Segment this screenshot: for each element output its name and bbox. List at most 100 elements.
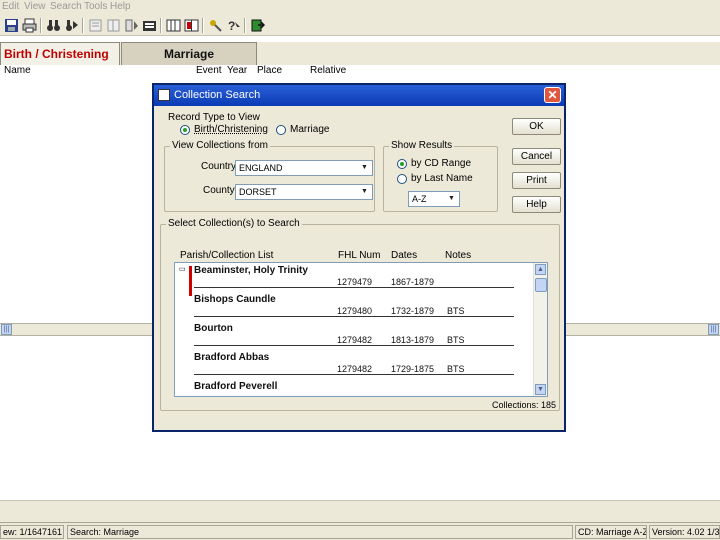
menu-tools[interactable]: Tools — [84, 1, 107, 12]
bottom-panel — [0, 500, 720, 522]
selection-marker — [189, 266, 192, 296]
list-vertical-scrollbar[interactable]: ▲ ▼ — [533, 263, 547, 396]
row-dates: 1813-1879 — [391, 335, 435, 345]
county-select[interactable]: DORSET ▼ — [235, 184, 373, 200]
scroll-thumb[interactable] — [535, 278, 547, 292]
record-tabs: Birth / Christening Marriage — [0, 42, 720, 65]
horizontal-scrollbar-left[interactable]: ||| — [0, 323, 153, 336]
chevron-down-icon[interactable]: ▼ — [358, 186, 371, 198]
toolbar-separator — [82, 18, 84, 33]
dialog-titlebar[interactable]: Collection Search ✕ — [154, 85, 564, 106]
row-notes: BTS — [447, 306, 465, 316]
status-search: Search: Marriage — [67, 525, 573, 539]
row-dates: 1732-1879 — [391, 306, 435, 316]
tab-birth-christening[interactable]: Birth / Christening — [0, 42, 120, 65]
column-header-place[interactable]: Place — [257, 65, 282, 76]
status-bar: ew: 1/1647161 Search: Marriage CD: Marri… — [0, 522, 720, 540]
column-header-relative[interactable]: Relative — [310, 65, 346, 76]
menu-view[interactable]: View — [24, 1, 46, 12]
row-dates: 1729-1875 — [391, 364, 435, 374]
view-collections-legend: View Collections from — [170, 140, 270, 151]
save-icon[interactable] — [4, 18, 19, 33]
country-label: Country — [201, 161, 237, 172]
status-version: Version: 4.02 1/31/ — [649, 525, 720, 539]
county-value: DORSET — [239, 187, 277, 197]
report-icon[interactable] — [142, 18, 157, 33]
book-icon[interactable] — [184, 18, 199, 33]
radio-marriage-label[interactable]: Marriage — [290, 124, 329, 135]
header-notes[interactable]: Notes — [445, 250, 471, 261]
scroll-up-button[interactable]: ▲ — [535, 264, 546, 275]
show-results-legend: Show Results — [389, 140, 455, 151]
horizontal-scrollbar-right[interactable]: ||| — [565, 323, 720, 336]
row-name: Bradford Abbas — [194, 352, 270, 363]
row-name: Bishops Caundle — [194, 294, 276, 305]
radio-birth-christening-label[interactable]: Birth/Christening — [194, 124, 268, 135]
header-fhl-num[interactable]: FHL Num — [338, 250, 380, 261]
column-header-event[interactable]: Event — [196, 65, 222, 76]
help-icon[interactable]: ? — [226, 18, 241, 33]
radio-by-last-name[interactable] — [397, 174, 407, 184]
app-icon — [158, 89, 170, 101]
header-dates[interactable]: Dates — [391, 250, 417, 261]
chevron-down-icon[interactable]: ▼ — [358, 162, 371, 174]
row-fhl: 1279482 — [337, 364, 373, 374]
row-divider — [194, 316, 514, 317]
collection-search-dialog: Collection Search ✕ Record Type to View … — [152, 83, 566, 432]
cancel-button[interactable]: Cancel — [512, 148, 561, 165]
status-record-count: ew: 1/1647161 — [0, 525, 64, 539]
key-icon[interactable] — [208, 18, 223, 33]
menu-bar: Edit View Search Tools Help — [0, 0, 720, 15]
print-button[interactable]: Print — [512, 172, 561, 189]
toolbar-separator — [40, 18, 42, 33]
scroll-right-button[interactable]: ||| — [708, 324, 719, 335]
radio-by-last-name-label[interactable]: by Last Name — [411, 173, 473, 184]
row-fhl: 1279479 — [337, 277, 373, 287]
svg-text:?: ? — [228, 19, 235, 33]
row-name: Bourton — [194, 323, 233, 334]
index-icon[interactable] — [166, 18, 181, 33]
column-header-year[interactable]: Year — [227, 65, 247, 76]
radio-by-cd-range[interactable] — [397, 159, 407, 169]
view-collections-group: View Collections from Country ENGLAND ▼ … — [164, 140, 375, 212]
record-type-label: Record Type to View — [168, 112, 260, 123]
country-select[interactable]: ENGLAND ▼ — [235, 160, 373, 176]
row-divider — [194, 345, 514, 346]
radio-by-cd-range-label[interactable]: by CD Range — [411, 158, 471, 169]
chevron-down-icon[interactable]: ▼ — [445, 193, 458, 205]
tab-marriage[interactable]: Marriage — [121, 42, 257, 65]
close-button[interactable]: ✕ — [544, 87, 561, 103]
find-next-icon[interactable] — [64, 18, 79, 33]
scroll-left-button[interactable]: ||| — [1, 324, 12, 335]
sort-order-select[interactable]: A-Z ▼ — [408, 191, 460, 207]
checkbox-icon[interactable]: ▭ — [179, 265, 186, 273]
menu-search[interactable]: Search — [50, 1, 82, 12]
row-name: Beaminster, Holy Trinity — [194, 265, 308, 276]
help-button[interactable]: Help — [512, 196, 561, 213]
toolbar-separator — [244, 18, 246, 33]
column-header-name[interactable]: Name — [4, 65, 31, 76]
country-value: ENGLAND — [239, 163, 283, 173]
list-icon[interactable] — [88, 18, 103, 33]
row-notes: BTS — [447, 335, 465, 345]
collection-listbox[interactable]: ▭ Beaminster, Holy Trinity 1279479 1867-… — [174, 262, 548, 397]
dialog-title: Collection Search — [174, 89, 261, 101]
exit-icon[interactable] — [250, 18, 265, 33]
radio-birth-christening[interactable] — [180, 125, 190, 135]
sort-icon[interactable] — [124, 18, 139, 33]
collection-list-legend: Select Collection(s) to Search — [166, 218, 302, 229]
print-icon[interactable] — [22, 18, 37, 33]
menu-help[interactable]: Help — [110, 1, 131, 12]
find-icon[interactable] — [46, 18, 61, 33]
toolbar-separator — [160, 18, 162, 33]
scroll-down-button[interactable]: ▼ — [535, 384, 546, 395]
columns-icon[interactable] — [106, 18, 121, 33]
header-parish[interactable]: Parish/Collection List — [180, 250, 273, 261]
toolbar-separator — [202, 18, 204, 33]
row-fhl: 1279480 — [337, 306, 373, 316]
toolbar: ? — [0, 15, 720, 36]
ok-button[interactable]: OK — [512, 118, 561, 135]
show-results-group: Show Results by CD Range by Last Name A-… — [383, 140, 498, 212]
menu-edit[interactable]: Edit — [2, 1, 19, 12]
radio-marriage[interactable] — [276, 125, 286, 135]
